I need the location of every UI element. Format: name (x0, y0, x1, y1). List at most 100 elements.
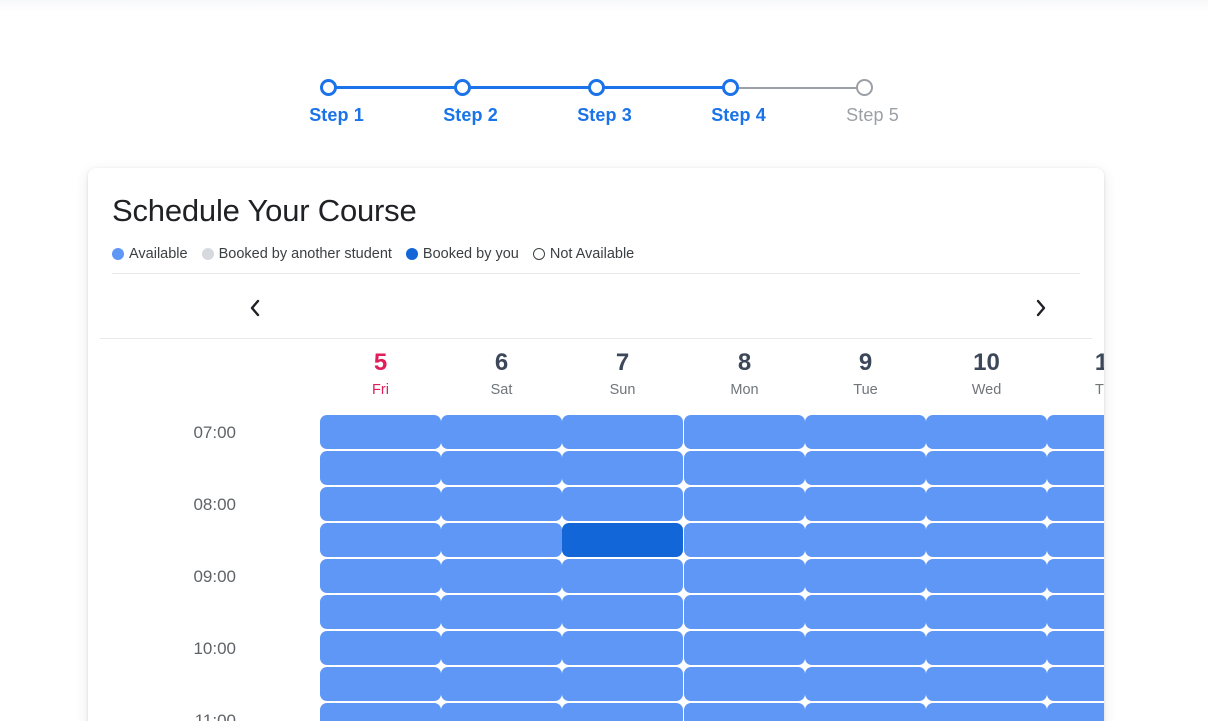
timeslot[interactable] (1047, 487, 1104, 521)
timeslot[interactable] (684, 487, 805, 521)
timeslot[interactable] (320, 703, 441, 721)
next-week-button[interactable] (1019, 286, 1063, 330)
timeslot[interactable] (562, 667, 683, 701)
timeslot[interactable] (1047, 667, 1104, 701)
timeslot[interactable] (926, 667, 1047, 701)
timeslot[interactable] (441, 631, 562, 665)
stepper-node-3[interactable] (587, 79, 605, 96)
timeslot[interactable] (684, 559, 805, 593)
timeslot[interactable] (926, 703, 1047, 721)
legend-label: Booked by another student (218, 246, 392, 262)
timeslot[interactable] (441, 523, 562, 557)
date-column-fri[interactable]: 5 Fri (320, 348, 441, 400)
time-label: 09:00 (193, 567, 236, 586)
timeslot[interactable] (320, 523, 441, 557)
timeslot[interactable] (441, 487, 562, 521)
timeslot[interactable] (1047, 415, 1104, 449)
date-number: 5 (373, 349, 388, 376)
timeslot[interactable] (684, 667, 805, 701)
stepper-label-5[interactable]: Step 5 (813, 104, 933, 126)
timeslot[interactable] (805, 631, 926, 665)
timeslot[interactable] (926, 487, 1047, 521)
timeslot[interactable] (1047, 451, 1104, 485)
stepper-label-2[interactable]: Step 2 (411, 104, 531, 126)
stepper-label-3[interactable]: Step 3 (545, 104, 665, 126)
timeslot[interactable] (441, 451, 562, 485)
date-header-row: 5 Fri 6 Sat 7 Sun 8 Mon 9 Tue 10 Wed 11 Thu (88, 348, 1104, 410)
timeslot[interactable] (684, 451, 805, 485)
timeslot[interactable] (926, 559, 1047, 593)
timeslot[interactable] (684, 595, 805, 629)
date-column-thu[interactable]: 11 Thu (1047, 348, 1104, 400)
timeslot[interactable] (441, 559, 562, 593)
timeslot[interactable] (562, 415, 683, 449)
timeslot[interactable] (805, 595, 926, 629)
stepper-label-1[interactable]: Step 1 (277, 104, 397, 126)
timeslot[interactable] (562, 559, 683, 593)
stepper-node-2[interactable] (453, 79, 471, 96)
divider-above-dates (100, 338, 1092, 339)
date-number: 11 (1094, 349, 1104, 376)
divider-above-nav (112, 273, 1080, 274)
timeslot[interactable] (320, 667, 441, 701)
legend-label: Available (129, 246, 188, 262)
timeslot[interactable] (684, 523, 805, 557)
date-column-mon[interactable]: 8 Mon (684, 348, 805, 400)
prev-week-button[interactable] (233, 286, 277, 330)
timeslot[interactable] (805, 451, 926, 485)
timeslot[interactable] (320, 559, 441, 593)
timeslot[interactable] (1047, 523, 1104, 557)
timeslot[interactable] (926, 631, 1047, 665)
progress-stepper: Step 1 Step 2 Step 3 Step 4 Step 5 (303, 76, 905, 136)
timeslot[interactable] (805, 415, 926, 449)
timeslot[interactable] (441, 595, 562, 629)
timeslot[interactable] (926, 415, 1047, 449)
timeslot[interactable] (926, 523, 1047, 557)
stepper-node-1[interactable] (319, 79, 337, 96)
date-column-wed[interactable]: 10 Wed (926, 348, 1047, 400)
timeslot[interactable] (805, 703, 926, 721)
timeslot[interactable] (320, 451, 441, 485)
timeslot[interactable] (684, 703, 805, 721)
timeslot[interactable] (1047, 559, 1104, 593)
timeslot[interactable] (805, 487, 926, 521)
timeslot[interactable] (805, 523, 926, 557)
date-weekday: Sun (609, 382, 636, 398)
timeslot[interactable] (926, 451, 1047, 485)
timeslot[interactable] (562, 703, 683, 721)
timeslot[interactable] (562, 487, 683, 521)
timeslot[interactable] (1047, 631, 1104, 665)
timeslot[interactable] (320, 415, 441, 449)
timeslot[interactable] (562, 451, 683, 485)
timeslot[interactable] (684, 415, 805, 449)
timeslot[interactable] (320, 631, 441, 665)
date-column-tue[interactable]: 9 Tue (805, 348, 926, 400)
date-column-sat[interactable]: 6 Sat (441, 348, 562, 400)
date-weekday: Tue (853, 382, 878, 398)
date-column-sun[interactable]: 7 Sun (562, 348, 683, 400)
stepper-track (303, 76, 905, 100)
stepper-node-4[interactable] (721, 79, 739, 96)
timeslot[interactable] (926, 595, 1047, 629)
timeslot[interactable] (1047, 703, 1104, 721)
timeslot[interactable] (805, 559, 926, 593)
date-weekday: Sat (490, 382, 513, 398)
timeslot[interactable] (441, 415, 562, 449)
timeslot[interactable] (441, 667, 562, 701)
week-nav-row (88, 286, 1104, 330)
timeslot[interactable] (320, 487, 441, 521)
timeslot[interactable] (562, 523, 683, 557)
stepper-label-4[interactable]: Step 4 (679, 104, 799, 126)
timeslot[interactable] (805, 667, 926, 701)
legend-swatch-booked-you-icon (405, 248, 418, 260)
legend-item-booked-other: Booked by another student (201, 245, 392, 263)
timeslot[interactable] (562, 631, 683, 665)
timeslot[interactable] (684, 631, 805, 665)
timeslot[interactable] (1047, 595, 1104, 629)
stepper-node-5[interactable] (855, 79, 873, 96)
date-weekday: Fri (372, 382, 389, 398)
timeslot[interactable] (441, 703, 562, 721)
time-label: 07:00 (193, 423, 236, 442)
timeslot[interactable] (562, 595, 683, 629)
timeslot[interactable] (320, 595, 441, 629)
